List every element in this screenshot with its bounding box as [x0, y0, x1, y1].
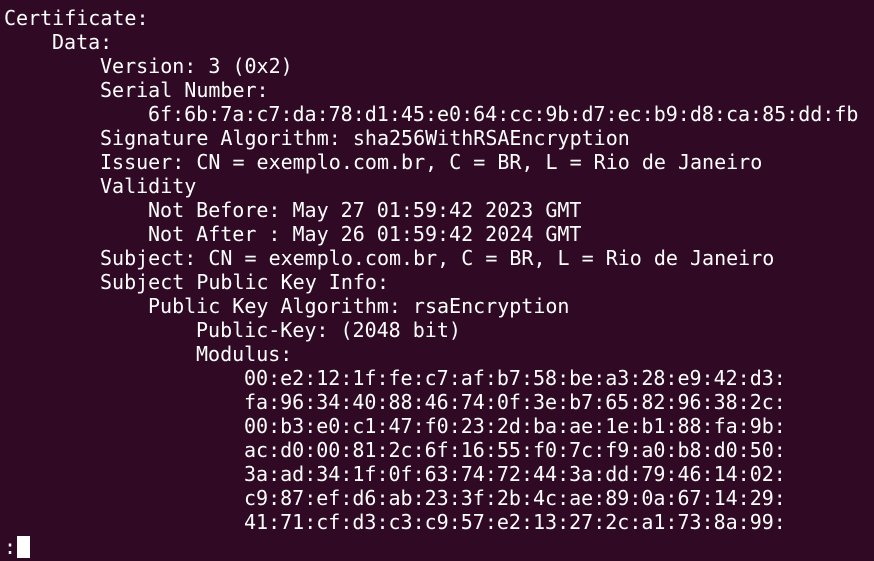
- terminal-line: c9:87:ef:d6:ab:23:3f:2b:4c:ae:89:0a:67:1…: [244, 486, 786, 510]
- terminal-line: Issuer: CN = exemplo.com.br, C = BR, L =…: [100, 150, 763, 174]
- terminal-line: Subject Public Key Info:: [100, 270, 389, 294]
- pager-prompt-text: :: [4, 535, 17, 559]
- pager-prompt[interactable]: :: [4, 535, 31, 559]
- terminal-window[interactable]: Certificate: Data: Version: 3 (0x2) Seri…: [0, 0, 874, 561]
- terminal-line: fa:96:34:40:88:46:74:0f:3e:b7:65:82:96:3…: [244, 390, 786, 414]
- terminal-line: Certificate:: [4, 6, 149, 30]
- terminal-line: Modulus:: [196, 342, 293, 366]
- terminal-line: 00:b3:e0:c1:47:f0:23:2d:ba:ae:1e:b1:88:f…: [244, 414, 786, 438]
- terminal-line: 41:71:cf:d3:c3:c9:57:e2:13:27:2c:a1:73:8…: [244, 510, 786, 534]
- terminal-line: 3a:ad:34:1f:0f:63:74:72:44:3a:dd:79:46:1…: [244, 462, 786, 486]
- terminal-line: ac:d0:00:81:2c:6f:16:55:f0:7c:f9:a0:b8:d…: [244, 438, 786, 462]
- text-cursor: [17, 536, 31, 558]
- terminal-line: Public-Key: (2048 bit): [196, 318, 461, 342]
- terminal-line: 6f:6b:7a:c7:da:78:d1:45:e0:64:cc:9b:d7:e…: [148, 102, 859, 126]
- terminal-line: 00:e2:12:1f:fe:c7:af:b7:58:be:a3:28:e9:4…: [244, 366, 786, 390]
- certificate-output: Certificate: Data: Version: 3 (0x2) Seri…: [4, 6, 874, 534]
- terminal-line: Not Before: May 27 01:59:42 2023 GMT: [148, 198, 582, 222]
- terminal-line: Public Key Algorithm: rsaEncryption: [148, 294, 570, 318]
- terminal-line: Version: 3 (0x2): [100, 54, 293, 78]
- terminal-line: Serial Number:: [100, 78, 269, 102]
- terminal-line: Validity: [100, 174, 197, 198]
- terminal-line: Not After : May 26 01:59:42 2024 GMT: [148, 222, 582, 246]
- terminal-line: Subject: CN = exemplo.com.br, C = BR, L …: [100, 246, 775, 270]
- terminal-line: Data:: [52, 30, 113, 54]
- terminal-line: Signature Algorithm: sha256WithRSAEncryp…: [100, 126, 630, 150]
